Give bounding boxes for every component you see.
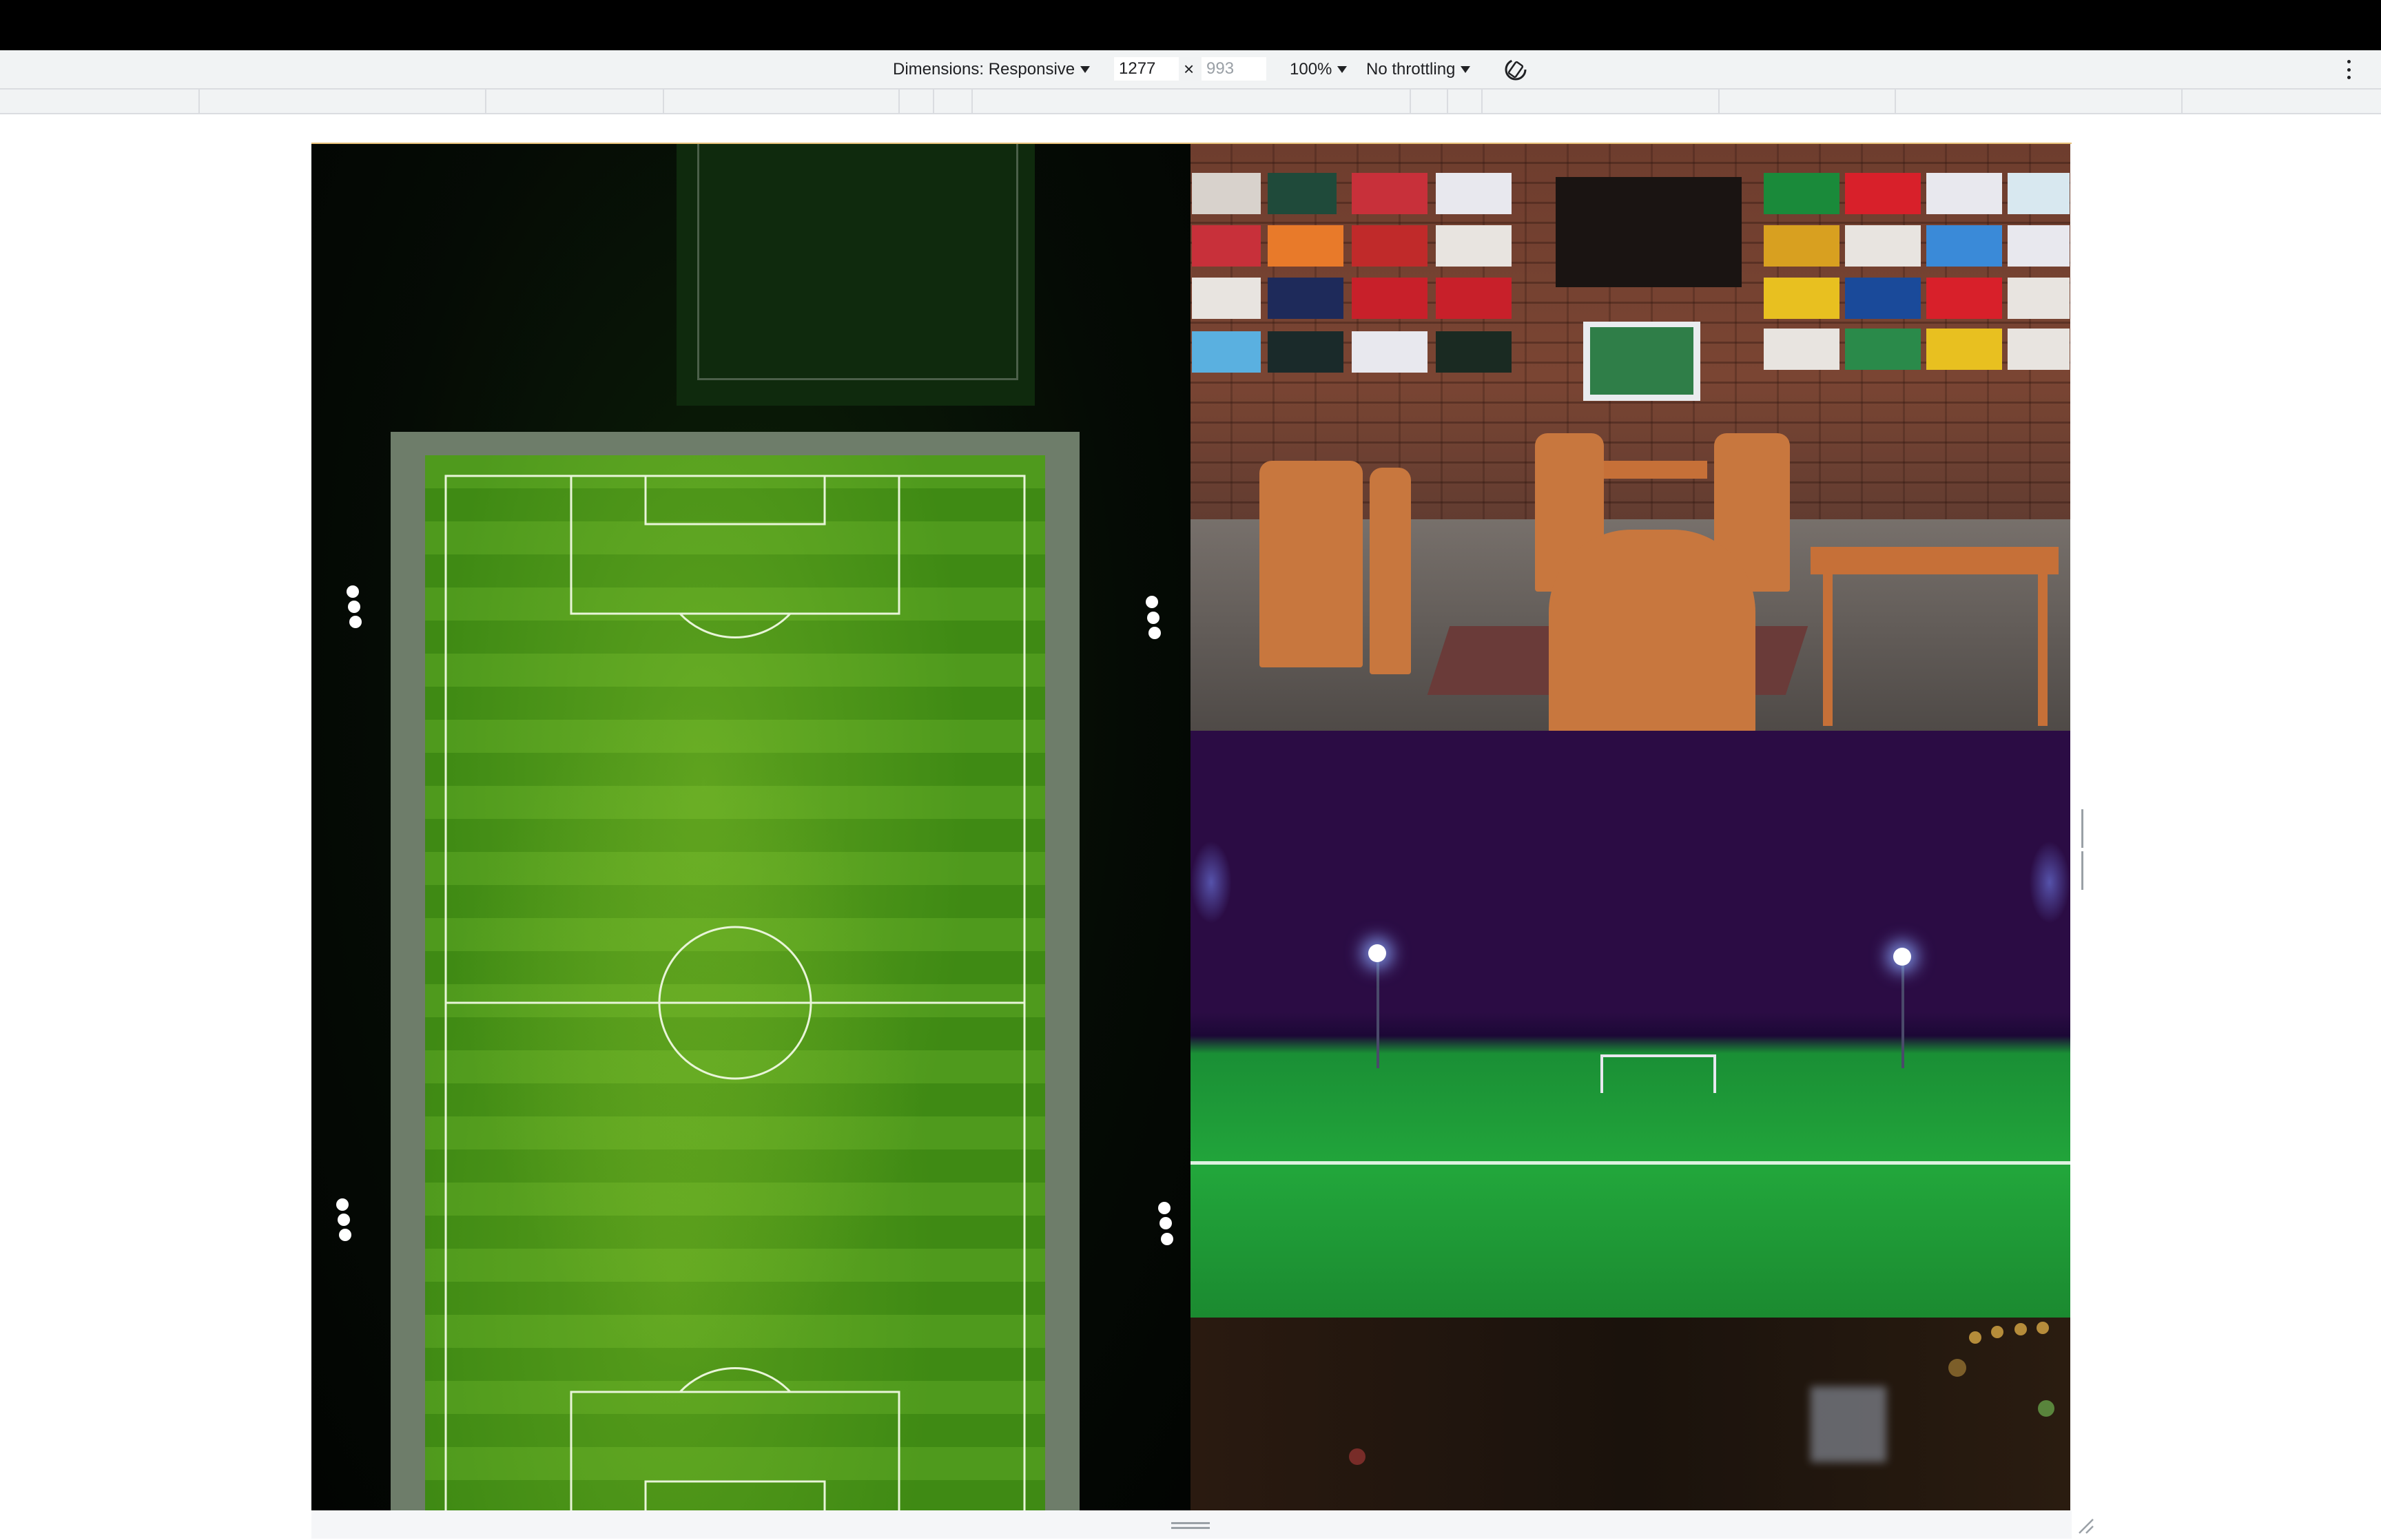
zoom-label: 100%	[1290, 59, 1332, 79]
throttling-dropdown[interactable]: No throttling	[1366, 50, 1471, 88]
chevron-down-icon	[1337, 65, 1348, 73]
width-input[interactable]: 1277	[1114, 57, 1179, 81]
chevron-down-icon	[1080, 65, 1091, 73]
throttling-label: No throttling	[1366, 59, 1456, 79]
corner-resize-icon[interactable]	[2075, 1515, 2096, 1536]
browser-top-bar	[0, 0, 2381, 50]
height-input[interactable]: 993	[1202, 57, 1266, 81]
height-resize-handle[interactable]	[1171, 1522, 1210, 1530]
device-toolbar: Dimensions: Responsive 1277 × 993 100% N…	[0, 50, 2381, 90]
rotate-icon[interactable]	[1503, 56, 1529, 83]
dimensions-label: Dimensions: Responsive	[893, 59, 1075, 79]
times-separator: ×	[1184, 59, 1195, 79]
chevron-down-icon	[1461, 65, 1471, 73]
more-options-icon[interactable]	[2345, 60, 2352, 79]
width-resize-handle[interactable]	[2081, 809, 2088, 890]
media-query-bar[interactable]	[0, 90, 2381, 114]
goal-post	[1600, 1054, 1716, 1093]
floodlight-icon	[1893, 948, 1911, 966]
dimensions-dropdown[interactable]: Dimensions: Responsive	[893, 50, 1091, 88]
stadium-aerial-image	[311, 144, 1190, 1510]
clock-icon	[1590, 327, 1693, 395]
zoom-dropdown[interactable]: 100%	[1290, 50, 1348, 88]
floodlight-icon	[1368, 944, 1386, 962]
cafe-image	[1190, 144, 2070, 731]
night-field-image	[1190, 731, 2070, 1318]
bar-bokeh-image	[1190, 1318, 2070, 1510]
